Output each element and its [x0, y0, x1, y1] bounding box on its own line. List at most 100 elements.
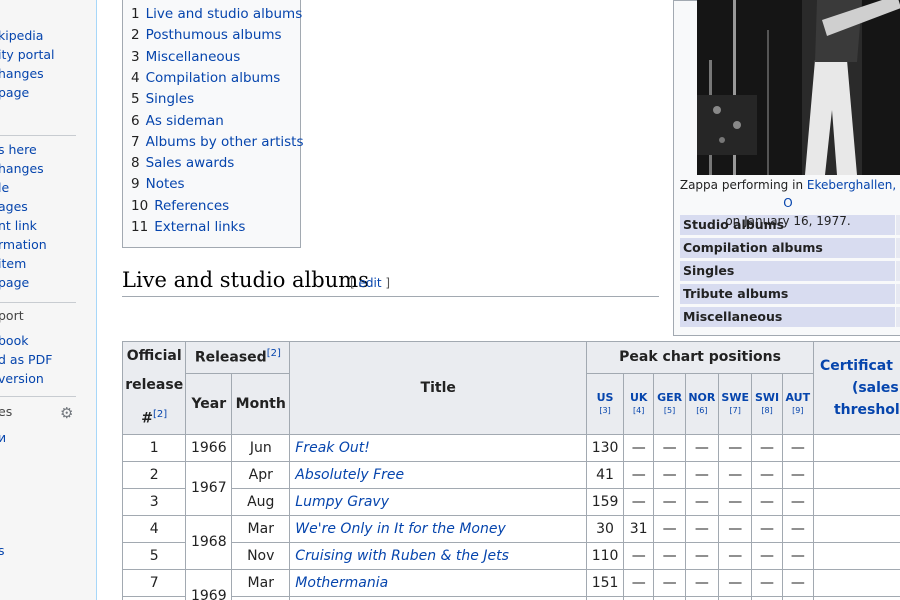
toc-label[interactable]: Miscellaneous [146, 49, 241, 65]
toc-item[interactable]: 4 Compilation albums [131, 70, 280, 86]
toc-label[interactable]: As sideman [146, 113, 224, 129]
sidebar-link[interactable]: d as PDF [0, 352, 52, 367]
chart-col-nor[interactable]: NOR [6] [684, 372, 720, 435]
toc-item[interactable]: 3 Miscellaneous [131, 49, 240, 65]
sidebar-link[interactable]: page [0, 85, 29, 100]
sidebar-link[interactable]: version [0, 371, 44, 386]
album-title-link[interactable]: Absolutely Free [289, 460, 588, 489]
toc-item[interactable]: 8 Sales awards [131, 155, 234, 171]
chart-ref[interactable]: [7] [719, 404, 751, 417]
table-row: 7 1969 Mar Mothermania 151— — — — — — [121, 568, 900, 600]
sidebar-link[interactable]: hanges [0, 161, 44, 176]
sidebar-link[interactable]: rmation [0, 237, 47, 252]
infobox-row: Tribute albums [680, 284, 895, 304]
sidebar-link[interactable]: le [0, 180, 9, 195]
toc-label[interactable]: External links [154, 219, 245, 235]
toc-item[interactable]: 5 Singles [131, 91, 194, 107]
peak-cell: 151 [586, 568, 624, 597]
chart-code[interactable]: UK [624, 391, 653, 404]
album-title-link[interactable]: Mothermania [289, 568, 588, 597]
album-title-link[interactable]: We're Only in It for the Money [289, 514, 588, 543]
certification-cell [812, 568, 900, 597]
certification-cell [812, 433, 900, 462]
header-official: Official [126, 348, 182, 364]
header-cert-sales[interactable]: (sales [820, 377, 900, 399]
header-hash: # [141, 410, 153, 427]
chart-code[interactable]: SWI [752, 391, 781, 404]
header-cert[interactable]: Certificat [820, 355, 900, 377]
toc-item[interactable]: 6 As sideman [131, 113, 224, 129]
sidebar-link[interactable]: s here [0, 142, 37, 157]
peak-cell [718, 595, 753, 600]
col-header-official-release: Official release #[2] [121, 341, 187, 435]
toc-label[interactable]: Singles [146, 91, 195, 107]
chart-col-ger[interactable]: GER [5] [653, 372, 686, 435]
toc-item[interactable]: 1 Live and studio albums [131, 6, 302, 22]
header-cert-threshold[interactable]: threshol [820, 399, 900, 421]
peak-cell [622, 595, 655, 600]
concert-photo[interactable] [697, 0, 900, 175]
sidebar-link[interactable]: ages [0, 199, 28, 214]
toc-label[interactable]: Posthumous albums [146, 27, 282, 43]
toc-label[interactable]: Live and studio albums [146, 6, 303, 22]
edit-link-text[interactable]: edit [359, 276, 382, 290]
toc-label[interactable]: References [154, 198, 229, 214]
sidebar-language-link[interactable]: и [0, 430, 6, 445]
chart-col-swi[interactable]: SWI [8] [751, 372, 783, 435]
peak-cell: — [751, 433, 783, 462]
edit-link[interactable]: [ edit ] [350, 276, 390, 290]
sidebar-link[interactable]: hanges [0, 66, 44, 81]
album-title-link[interactable]: Lumpy Gravy [289, 487, 588, 516]
peak-cell: — [751, 541, 783, 570]
toc-label[interactable]: Albums by other artists [146, 134, 304, 150]
toc-item[interactable]: 11 External links [131, 219, 245, 235]
toc-item[interactable]: 7 Albums by other artists [131, 134, 304, 150]
release-number-cell: 1 [121, 433, 187, 462]
toc-label[interactable]: Compilation albums [146, 70, 281, 86]
chart-ref[interactable]: [4] [624, 404, 653, 417]
chart-code[interactable]: NOR [686, 391, 718, 404]
caption-link-ekeberghallen[interactable]: Ekeberghallen [807, 178, 892, 192]
sidebar-link[interactable]: page [0, 275, 29, 290]
chart-code[interactable]: AUT [783, 391, 813, 404]
chart-code[interactable]: SWE [719, 391, 751, 404]
table-row: 5 Nov Cruising with Ruben & the Jets 110— — —… [121, 541, 900, 570]
toc-label[interactable]: Notes [146, 176, 185, 192]
sidebar-link[interactable]: ity portal [0, 47, 55, 62]
toc-item[interactable]: 2 Posthumous albums [131, 27, 282, 43]
peak-cell: — [653, 487, 686, 516]
sidebar-link[interactable]: book [0, 333, 28, 348]
toc-number: 4 [131, 69, 140, 86]
peak-cell: — [653, 568, 686, 597]
album-title-link[interactable]: Freak Out! [289, 433, 588, 462]
chart-ref[interactable]: [6] [686, 404, 718, 417]
sidebar-link[interactable]: nt link [0, 218, 37, 233]
toc-number: 8 [131, 155, 140, 172]
chart-code[interactable]: US [587, 391, 623, 404]
chart-code[interactable]: GER [654, 391, 684, 404]
chart-ref[interactable]: [8] [752, 404, 781, 417]
released-ref[interactable]: [2] [267, 348, 281, 359]
sidebar-language-link[interactable]: s [0, 543, 5, 558]
chart-ref[interactable]: [5] [654, 404, 684, 417]
infobox-value-cell [896, 238, 900, 258]
chart-col-uk[interactable]: UK [4] [622, 372, 655, 435]
toc-label[interactable]: Sales awards [146, 155, 235, 171]
chart-ref[interactable]: [9] [783, 404, 813, 417]
chart-col-us[interactable]: US [3] [586, 372, 624, 435]
sidebar-link[interactable]: kipedia [0, 28, 43, 43]
toc-item[interactable]: 10 References [131, 198, 229, 214]
toc-number: 2 [131, 27, 140, 44]
sidebar-divider [0, 302, 76, 303]
peak-cell: — [781, 514, 814, 543]
release-ref[interactable]: [2] [153, 409, 167, 420]
chart-ref[interactable]: [3] [587, 404, 623, 417]
chart-col-swe[interactable]: SWE [7] [718, 372, 753, 435]
toc-item[interactable]: 9 Notes [131, 176, 185, 192]
gear-icon[interactable]: ⚙ [60, 404, 73, 422]
album-title-link[interactable]: Uncle Meat [289, 595, 588, 600]
peak-cell: — [751, 487, 783, 516]
chart-col-aut[interactable]: AUT [9] [781, 372, 814, 435]
album-title-link[interactable]: Cruising with Ruben & the Jets [289, 541, 588, 570]
sidebar-link[interactable]: item [0, 256, 26, 271]
